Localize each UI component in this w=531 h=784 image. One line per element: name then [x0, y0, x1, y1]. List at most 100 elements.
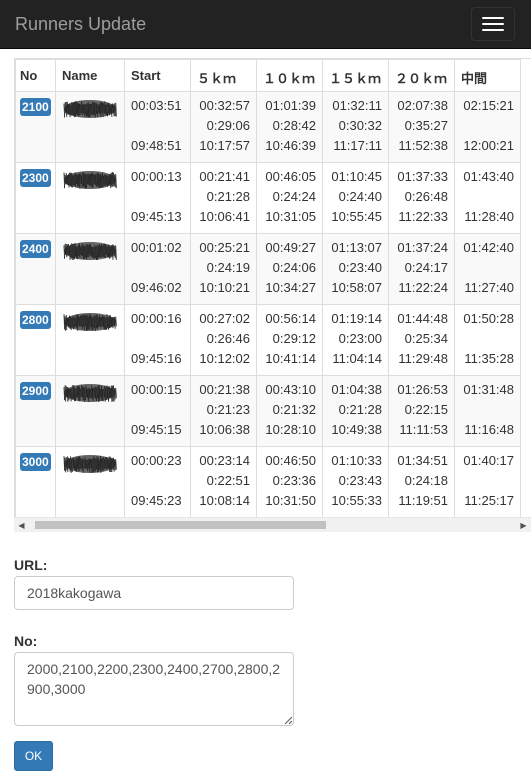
split-time-line: 0:21:32 — [272, 402, 316, 417]
start-time-line: 09:46:02 — [131, 280, 182, 295]
split-time-line: 10:17:57 — [199, 138, 250, 153]
split-time-line: 0:30:32 — [338, 118, 382, 133]
column-header-half: 中間 — [454, 59, 521, 92]
start-time-line — [131, 187, 184, 207]
cell-start: 00:01:02 09:46:02 — [124, 233, 191, 305]
app-title[interactable]: Runners Update — [15, 14, 146, 35]
no-label: No: — [14, 633, 38, 649]
cell-no: 2400 — [15, 233, 56, 305]
start-time-line: 00:03:51 — [131, 98, 182, 113]
cell-split-20km: 01:44:48 0:25:34 11:29:48 — [388, 304, 455, 376]
split-time-line: 11:17:11 — [333, 138, 382, 153]
split-time-line: 0:26:48 — [404, 189, 448, 204]
split-time-line: 11:35:28 — [464, 351, 514, 366]
table-row: 2300 00:00:13 09:45:13 00:21:41 0:21:28 10:06… — [15, 162, 521, 234]
split-time-line: 0:21:28 — [338, 402, 382, 417]
start-time-line: 09:45:15 — [131, 422, 182, 437]
split-time-line: 02:07:38 — [397, 98, 448, 113]
cell-name — [55, 233, 125, 305]
split-time-line: 00:56:14 — [265, 311, 316, 326]
column-header-start: Start — [124, 59, 191, 92]
split-time-line: 00:46:05 — [265, 169, 316, 184]
scroll-left-arrow-icon[interactable]: ◀ — [14, 518, 29, 532]
split-time-line: 10:10:21 — [199, 280, 250, 295]
split-time-line: 11:19:51 — [398, 493, 448, 508]
split-time-line: 01:01:39 — [265, 98, 316, 113]
start-time-line — [131, 400, 184, 420]
split-time-line: 11:28:40 — [464, 209, 514, 224]
split-time-line: 0:22:15 — [404, 402, 448, 417]
split-time-line: 01:37:33 — [397, 169, 448, 184]
runner-number-badge[interactable]: 2100 — [20, 98, 51, 116]
cell-split-10km: 00:43:10 0:21:32 10:28:10 — [256, 375, 323, 447]
start-time-line — [131, 471, 184, 491]
split-time-line: 01:26:53 — [397, 382, 448, 397]
results-table-container[interactable]: No Name Start ５ｋｍ １０ｋｍ １５ｋｍ ２０ｋｍ 中間 2100… — [14, 58, 531, 532]
menu-toggle-button[interactable] — [471, 7, 515, 41]
cell-start: 00:00:13 09:45:13 — [124, 162, 191, 234]
cell-name — [55, 446, 125, 518]
start-time-line: 00:00:16 — [131, 311, 182, 326]
cell-split-20km: 01:26:53 0:22:15 11:11:53 — [388, 375, 455, 447]
resize-grip-icon[interactable] — [283, 715, 293, 725]
start-time-line: 09:48:51 — [131, 138, 182, 153]
cell-split-half: 01:50:28 11:35:28 — [454, 304, 521, 376]
cell-no: 2300 — [15, 162, 56, 234]
split-time-line: 01:10:45 — [331, 169, 382, 184]
cell-name — [55, 162, 125, 234]
column-header-name: Name — [55, 59, 125, 92]
split-time-line: 0:23:36 — [272, 473, 316, 488]
cell-no: 2900 — [15, 375, 56, 447]
cell-start: 00:00:15 09:45:15 — [124, 375, 191, 447]
runner-number-badge[interactable]: 2900 — [20, 382, 51, 400]
split-time-line: 11:04:14 — [332, 351, 382, 366]
url-input[interactable] — [14, 576, 294, 610]
cell-split-15km: 01:32:11 0:30:32 11:17:11 — [322, 91, 389, 163]
cell-split-10km: 00:49:27 0:24:06 10:34:27 — [256, 233, 323, 305]
split-time-line: 11:25:17 — [464, 493, 514, 508]
no-textarea[interactable]: 2000,2100,2200,2300,2400,2700,2800,2900,… — [14, 652, 294, 726]
cell-split-5km: 00:32:57 0:29:06 10:17:57 — [190, 91, 257, 163]
cell-split-5km: 00:23:14 0:22:51 10:08:14 — [190, 446, 257, 518]
split-time-line: 11:27:40 — [464, 280, 514, 295]
cell-name — [55, 91, 125, 163]
split-time-line: 10:49:38 — [331, 422, 382, 437]
cell-no: 2100 — [15, 91, 56, 163]
ok-button[interactable]: OK — [14, 741, 53, 771]
split-time-line: 11:22:33 — [398, 209, 448, 224]
split-time-line: 00:27:02 — [199, 311, 250, 326]
cell-split-5km: 00:21:41 0:21:28 10:06:41 — [190, 162, 257, 234]
runner-number-badge[interactable]: 3000 — [20, 453, 51, 471]
split-time-line — [461, 187, 514, 207]
cell-split-half: 01:43:40 11:28:40 — [454, 162, 521, 234]
runner-number-badge[interactable]: 2400 — [20, 240, 51, 258]
cell-split-20km: 02:07:38 0:35:27 11:52:38 — [388, 91, 455, 163]
table-row: 3000 00:00:23 09:45:23 00:23:14 0:22:51 10:08… — [15, 446, 521, 518]
split-time-line: 01:37:24 — [397, 240, 448, 255]
cell-split-10km: 01:01:39 0:28:42 10:46:39 — [256, 91, 323, 163]
split-time-line: 00:49:27 — [265, 240, 316, 255]
split-time-line: 00:21:38 — [199, 382, 250, 397]
scrollbar-thumb[interactable] — [35, 521, 326, 529]
runner-number-badge[interactable]: 2300 — [20, 169, 51, 187]
start-time-line: 00:00:23 — [131, 453, 182, 468]
start-time-line — [131, 329, 184, 349]
split-time-line — [461, 471, 514, 491]
scroll-right-arrow-icon[interactable]: ▶ — [516, 518, 531, 532]
start-time-line: 00:00:13 — [131, 169, 182, 184]
split-time-line: 10:06:41 — [199, 209, 250, 224]
column-header-15km: １５ｋｍ — [322, 59, 389, 92]
runner-number-badge[interactable]: 2800 — [20, 311, 51, 329]
cell-split-15km: 01:19:14 0:23:00 11:04:14 — [322, 304, 389, 376]
cell-name — [55, 375, 125, 447]
split-time-line: 01:34:51 — [397, 453, 448, 468]
split-time-line: 01:50:28 — [463, 311, 514, 326]
split-time-line: 0:23:00 — [338, 331, 382, 346]
column-header-20km: ２０ｋｍ — [388, 59, 455, 92]
redacted-name-scribble — [63, 455, 117, 473]
split-time-line: 11:22:24 — [398, 280, 448, 295]
cell-split-10km: 00:46:50 0:23:36 10:31:50 — [256, 446, 323, 518]
start-time-line: 00:00:15 — [131, 382, 182, 397]
horizontal-scrollbar[interactable]: ◀ ▶ — [14, 517, 531, 532]
split-time-line: 10:58:07 — [331, 280, 382, 295]
